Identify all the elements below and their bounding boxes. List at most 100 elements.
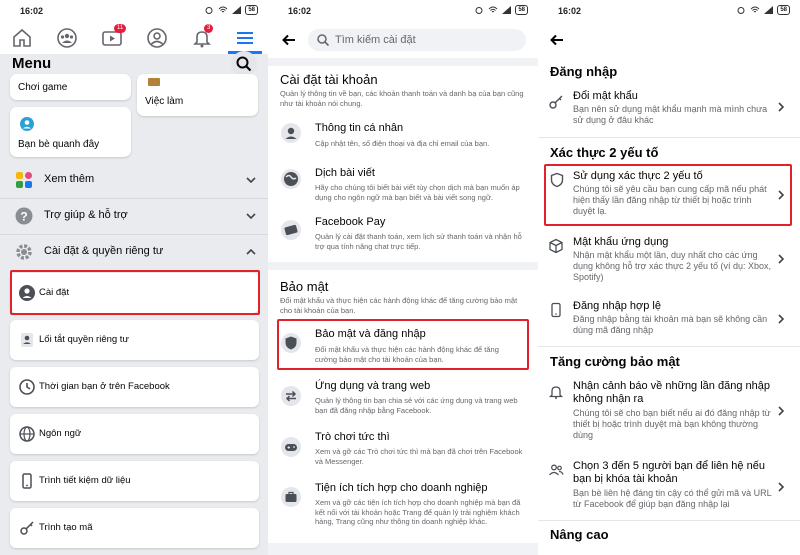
section-title-login: Đăng nhập <box>550 64 618 79</box>
highlight-box <box>277 319 529 370</box>
alarm-icon <box>475 7 483 14</box>
section-title-2fa: Xác thực 2 yếu tố <box>550 145 659 160</box>
settings-item-facebook-pay[interactable]: Facebook Pay Quản lý cài đặt thanh toán,… <box>268 214 538 258</box>
chevron-up-icon <box>246 248 256 255</box>
settings-item-code-generator[interactable]: Trình tạo mã <box>10 508 259 548</box>
chevron-down-icon <box>246 177 256 184</box>
top-nav-bar: 11 3 <box>0 24 268 54</box>
back-arrow-icon[interactable] <box>280 31 298 49</box>
gamepad-icon <box>281 437 301 457</box>
profile-icon[interactable] <box>146 27 168 49</box>
chevron-right-icon <box>778 406 785 416</box>
menu-row-help[interactable]: ? Trợ giúp & hỗ trợ <box>0 199 268 233</box>
divider <box>538 346 800 347</box>
row-label: Cài đặt & quyền riêng tư <box>44 245 164 257</box>
item-title: Ứng dụng và trang web <box>315 380 431 392</box>
watch-tab[interactable]: 11 <box>101 24 127 49</box>
divider <box>538 520 800 521</box>
menu-row-see-more[interactable]: Xem thêm <box>0 163 268 197</box>
page-title: Menu <box>12 55 52 72</box>
item-desc: Xem và gỡ các Trò chơi tức thì mà bạn đã… <box>315 447 523 466</box>
settings-item-translate-posts[interactable]: Dịch bài viết Hãy cho chúng tôi biết bài… <box>268 163 538 207</box>
search-icon <box>317 34 330 47</box>
chevron-right-icon <box>778 102 785 112</box>
home-icon[interactable] <box>11 27 33 49</box>
settings-item-privacy-shortcuts[interactable]: Lối tắt quyền riêng tư <box>10 320 259 360</box>
battery-icon: 58 <box>777 5 790 15</box>
settings-item-instant-games[interactable]: Trò chơi tức thì Xem và gỡ các Trò chơi … <box>268 428 538 470</box>
shapes-icon <box>16 172 32 188</box>
credit-card-icon <box>281 220 301 240</box>
item-title: Trò chơi tức thì <box>315 431 390 443</box>
settings-item-language[interactable]: Ngôn ngữ <box>10 414 259 454</box>
briefcase-icon <box>148 78 160 86</box>
notifications-tab[interactable]: 3 <box>191 24 214 49</box>
chevron-down-icon <box>246 213 256 220</box>
item-title: Đăng nhập hợp lệ <box>573 300 661 312</box>
settings-search-input[interactable] <box>335 32 515 48</box>
status-time: 16:02 <box>288 6 312 16</box>
settings-item-time-on-facebook[interactable]: Thời gian bạn ở trên Facebook <box>10 367 259 407</box>
alarm-icon <box>205 7 213 14</box>
signal-icon <box>764 6 774 14</box>
key-icon <box>549 95 563 109</box>
item-desc: Cập nhật tên, số điện thoại và địa chỉ e… <box>315 139 490 148</box>
settings-item-data-saver[interactable]: Trình tiết kiệm dữ liệu <box>10 461 259 501</box>
clock-icon <box>19 379 35 395</box>
back-arrow-icon[interactable] <box>548 31 566 49</box>
item-desc: Nhận mật khẩu một lần, duy nhất cho các … <box>573 250 772 282</box>
security-item-trusted-contacts[interactable]: Chọn 3 đến 5 người bạn để liên hệ nếu bạ… <box>538 456 800 518</box>
section-title-security: Bảo mật <box>280 279 329 294</box>
card-label: Bạn bè quanh đây <box>18 139 100 150</box>
item-desc: Bạn nên sử dụng mật khẩu mạnh mà mình ch… <box>573 104 768 125</box>
hamburger-menu-icon[interactable] <box>234 27 256 49</box>
swap-arrows-icon <box>281 386 301 406</box>
section-title-extra-security: Tăng cường bảo mật <box>550 354 680 369</box>
card-label: Chơi game <box>18 82 68 93</box>
item-title: Dịch bài viết <box>315 167 375 179</box>
security-login-screen: 16:02 58 Đăng nhập Đổi mật khẩu Bạn nên … <box>538 0 800 555</box>
battery-icon: 58 <box>515 5 528 15</box>
section-divider <box>268 58 538 66</box>
settings-item-business-integrations[interactable]: Tiện ích tích hợp cho doanh nghiệp Xem v… <box>268 478 538 538</box>
settings-search-box[interactable] <box>308 29 526 51</box>
chevron-right-icon <box>778 254 785 264</box>
settings-item-apps-websites[interactable]: Ứng dụng và trang web Quản lý thông tin … <box>268 377 538 419</box>
security-item-authorized-logins[interactable]: Đăng nhập hợp lệ Đăng nhập bằng tài khoả… <box>538 296 800 342</box>
bell-icon <box>548 386 564 399</box>
key-icon <box>20 521 34 535</box>
section-divider <box>268 262 538 270</box>
globe-icon <box>19 426 35 442</box>
svg-text:?: ? <box>20 210 27 224</box>
nearby-friends-icon <box>20 117 34 131</box>
wifi-icon <box>218 6 228 13</box>
item-title: Tiện ích tích hợp cho doanh nghiệp <box>315 482 488 494</box>
wifi-icon <box>488 6 498 13</box>
groups-icon[interactable] <box>56 27 78 49</box>
settings-item-personal-info[interactable]: Thông tin cá nhân Cập nhật tên, số điện … <box>268 118 538 152</box>
section-subtitle-security: Đổi mật khẩu và thực hiện các hành động … <box>280 296 518 315</box>
phone-icon <box>22 473 32 489</box>
status-time: 16:02 <box>558 6 582 16</box>
item-title: Đổi mật khẩu <box>573 90 638 102</box>
shortcut-card-game[interactable]: Chơi game <box>10 74 131 100</box>
security-item-login-alerts[interactable]: Nhận cảnh báo về những lần đăng nhập khô… <box>538 376 800 446</box>
shortcut-card-nearby[interactable]: Bạn bè quanh đây <box>10 107 131 157</box>
shortcut-card-jobs[interactable]: Việc làm <box>137 74 258 116</box>
status-icons: 58 <box>736 5 790 15</box>
row-label: Trợ giúp & hỗ trợ <box>44 209 128 221</box>
signal-icon <box>502 6 512 14</box>
status-time: 16:02 <box>20 6 44 16</box>
settings-item-label: Trình tạo mã <box>39 522 93 533</box>
status-bar: 16:02 58 <box>268 0 538 26</box>
battery-icon: 58 <box>245 5 258 15</box>
gear-icon <box>16 244 32 260</box>
security-item-change-password[interactable]: Đổi mật khẩu Bạn nên sử dụng mật khẩu mạ… <box>538 86 800 130</box>
person-icon <box>281 123 301 143</box>
menu-row-settings-privacy[interactable]: Cài đặt & quyền riêng tư <box>0 235 268 269</box>
settings-screen: 16:02 58 Cài đặt tài khoản Quản lý thông… <box>268 0 538 555</box>
security-item-app-passwords[interactable]: Mật khẩu ứng dụng Nhận mật khẩu một lần,… <box>538 232 800 288</box>
item-desc: Đăng nhập bằng tài khoản mà bạn sẽ không… <box>573 314 768 335</box>
item-desc: Hãy cho chúng tôi biết bài viết tùy chọn… <box>315 183 520 202</box>
row-label: Xem thêm <box>44 173 95 185</box>
